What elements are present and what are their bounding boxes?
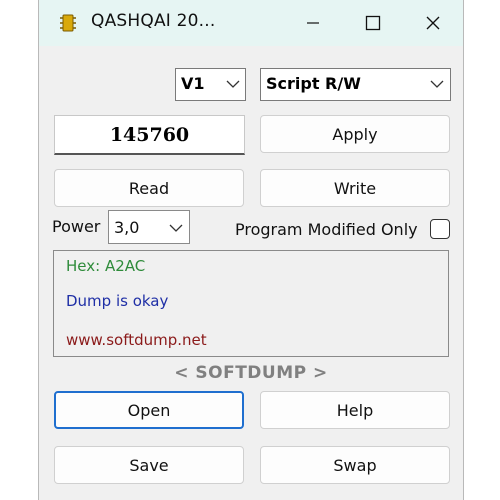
power-select-value: 3,0 [114, 218, 140, 237]
chevron-down-icon [169, 224, 183, 232]
program-modified-checkbox[interactable] [430, 219, 450, 239]
log-line-website: www.softdump.net [66, 331, 207, 349]
maximize-icon [365, 15, 381, 31]
power-select[interactable]: 3,0 [108, 210, 190, 244]
app-window: QASHQAI 20... V1 Script R/W 145760 Apply… [38, 0, 464, 500]
log-line-status: Dump is okay [66, 292, 169, 310]
maximize-button[interactable] [343, 0, 403, 46]
open-button[interactable]: Open [54, 391, 244, 429]
program-modified-label: Program Modified Only [235, 220, 418, 239]
chevron-down-icon [226, 80, 240, 88]
window-title: QASHQAI 20... [91, 11, 216, 31]
log-line-hex: Hex: A2AC [66, 257, 146, 275]
value-field[interactable]: 145760 [54, 115, 245, 155]
value-field-text: 145760 [109, 123, 190, 146]
save-button[interactable]: Save [54, 446, 244, 484]
swap-button[interactable]: Swap [260, 446, 450, 484]
version-select-value: V1 [181, 74, 205, 93]
mode-select-value: Script R/W [266, 74, 361, 93]
chip-icon [60, 14, 76, 32]
version-select[interactable]: V1 [175, 68, 246, 101]
chevron-down-icon [430, 80, 444, 88]
minimize-button[interactable] [283, 0, 343, 46]
close-button[interactable] [403, 0, 463, 46]
log-panel: Hex: A2AC Dump is okay www.softdump.net [53, 250, 449, 357]
mode-select[interactable]: Script R/W [260, 68, 451, 101]
power-label: Power [52, 217, 101, 236]
write-button[interactable]: Write [260, 169, 450, 207]
read-button[interactable]: Read [54, 169, 244, 207]
title-bar: QASHQAI 20... [39, 0, 463, 46]
help-button[interactable]: Help [260, 391, 450, 429]
close-icon [426, 16, 440, 30]
brand-label: < SOFTDUMP > [174, 363, 328, 383]
apply-button[interactable]: Apply [260, 115, 450, 153]
minimize-icon [307, 22, 319, 24]
